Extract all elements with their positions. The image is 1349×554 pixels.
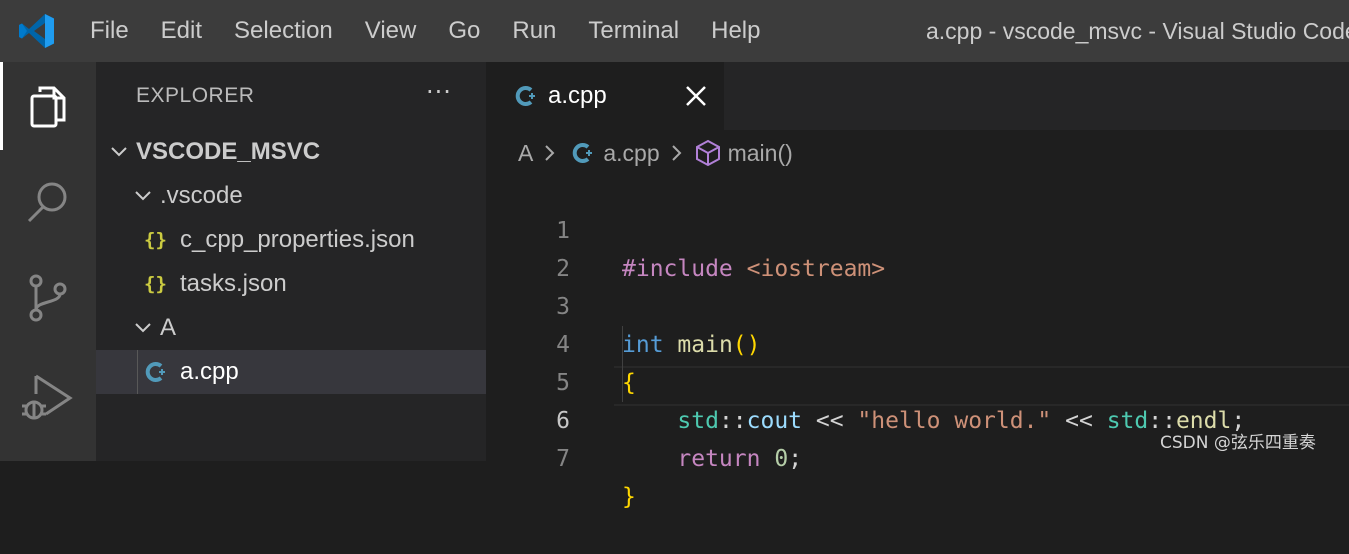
tree-folder-a[interactable]: A <box>96 306 486 350</box>
tree-item-label: c_cpp_properties.json <box>180 226 415 253</box>
code-line-4: 4 { <box>486 288 1349 396</box>
menu-run[interactable]: Run <box>496 0 572 62</box>
tree-file-c-cpp-properties[interactable]: {} c_cpp_properties.json <box>96 218 486 262</box>
active-indicator <box>0 62 3 150</box>
files-icon[interactable] <box>0 62 96 150</box>
code-line-5: 5 std::cout << "hello world." << std::en… <box>486 326 1349 434</box>
source-control-icon[interactable] <box>0 254 96 342</box>
chevron-down-icon <box>135 323 151 333</box>
tree-item-label: VSCODE_MSVC <box>136 138 321 165</box>
explorer-sidebar: EXPLORER ··· VSCODE_MSVC .vscode {} c_cp… <box>96 62 486 461</box>
chevron-right-icon <box>545 145 555 161</box>
code-line-6: 6 return 0; <box>486 364 1349 472</box>
title-bar: File Edit Selection View Go Run Terminal… <box>0 0 1349 62</box>
tree-item-label: .vscode <box>160 182 243 209</box>
explorer-title: EXPLORER <box>136 84 255 107</box>
editor-tab-bar: a.cpp <box>486 62 1349 130</box>
watermark: CSDN @弦乐四重奏 <box>1160 433 1316 453</box>
tree-item-label: a.cpp <box>180 358 239 385</box>
code-line-3: 3 int main() <box>486 250 1349 358</box>
menu-file[interactable]: File <box>74 0 145 62</box>
chevron-right-icon <box>671 145 682 161</box>
tree-item-label: tasks.json <box>180 270 287 297</box>
breadcrumb: A a.cpp main() <box>486 130 1349 176</box>
chevron-down-icon <box>111 147 127 157</box>
close-icon[interactable] <box>684 84 708 108</box>
line-number: 7 <box>556 446 570 472</box>
more-actions-icon[interactable]: ··· <box>426 78 452 106</box>
menu-go[interactable]: Go <box>432 0 496 62</box>
window-title: a.cpp - vscode_msvc - Visual Studio Code <box>926 18 1349 44</box>
menu-view[interactable]: View <box>349 0 433 62</box>
run-debug-icon[interactable] <box>0 354 96 442</box>
token-number: 0 <box>774 446 789 472</box>
token-keyword: return <box>677 446 761 472</box>
tree-folder-vscode[interactable]: .vscode <box>96 174 486 218</box>
cpp-file-icon <box>514 84 538 108</box>
breadcrumb-folder[interactable]: A <box>518 140 533 167</box>
code-line-1: 1 #include <iostream> <box>486 174 1349 282</box>
json-file-icon: {} <box>144 273 167 295</box>
breadcrumb-file[interactable]: a.cpp <box>603 140 659 167</box>
cpp-file-icon <box>144 360 180 384</box>
tab-label: a.cpp <box>548 82 607 109</box>
code-editor[interactable]: 1 #include <iostream> 2 3 int main() 4 {… <box>486 174 1349 510</box>
tree-root-folder[interactable]: VSCODE_MSVC <box>96 130 486 174</box>
token-punctuation: ; <box>788 446 803 472</box>
tree-file-a-cpp[interactable]: a.cpp <box>96 350 486 394</box>
tree-item-label: A <box>160 314 177 341</box>
indent-guide <box>137 350 138 394</box>
menu-edit[interactable]: Edit <box>145 0 218 62</box>
cpp-file-icon <box>571 141 595 165</box>
chevron-down-icon <box>135 191 151 201</box>
menu-bar: File Edit Selection View Go Run Terminal… <box>74 0 776 62</box>
tree-file-tasks[interactable]: {} tasks.json <box>96 262 486 306</box>
json-file-icon: {} <box>144 229 167 251</box>
activity-bar <box>0 62 96 461</box>
menu-selection[interactable]: Selection <box>218 0 349 62</box>
search-icon[interactable] <box>0 158 96 246</box>
menu-help[interactable]: Help <box>695 0 776 62</box>
breadcrumb-symbol[interactable]: main() <box>728 140 793 167</box>
code-line-2: 2 <box>486 212 1349 282</box>
symbol-method-icon <box>694 139 722 167</box>
tab-a-cpp[interactable]: a.cpp <box>486 62 724 130</box>
vscode-logo-icon <box>0 0 74 62</box>
menu-terminal[interactable]: Terminal <box>572 0 695 62</box>
token-bracket: } <box>622 484 636 510</box>
